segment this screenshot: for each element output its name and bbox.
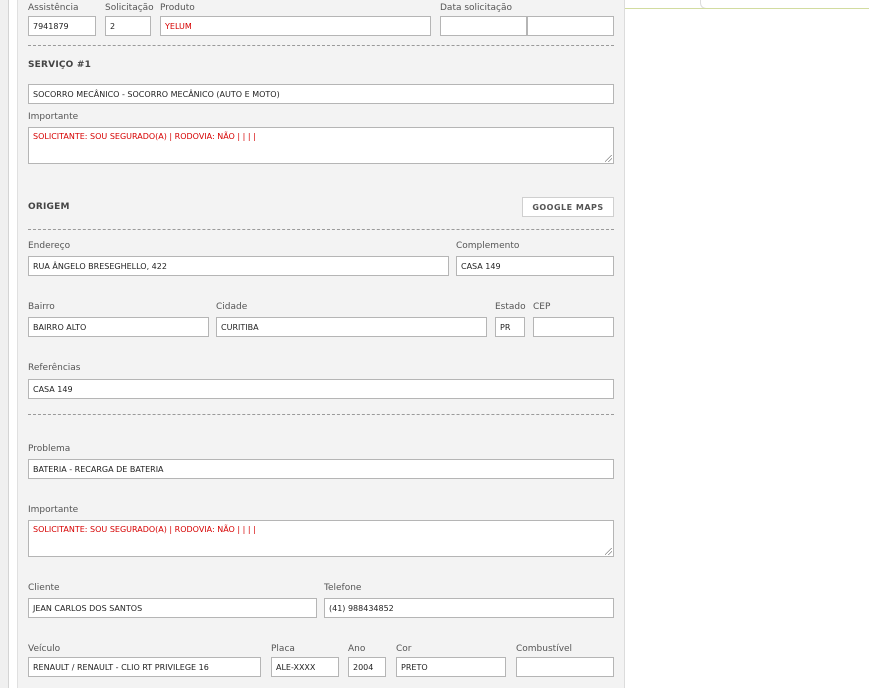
resize-grip-icon[interactable] (605, 548, 612, 555)
referencias-input[interactable]: CASA 149 (28, 379, 614, 399)
bairro-label: Bairro (28, 302, 55, 312)
ano-label: Ano (348, 644, 366, 654)
referencias-label: Referências (28, 363, 81, 373)
solicitacao-input[interactable]: 2 (105, 16, 151, 36)
complemento-input[interactable]: CASA 149 (456, 256, 614, 276)
servico-importante-text: SOLICITANTE: SOU SEGURADO(A) | RODOVIA: … (33, 132, 256, 141)
assistencia-input[interactable]: 7941879 (28, 16, 96, 36)
combustivel-label: Combustível (516, 644, 573, 654)
problema-importante-textarea[interactable]: SOLICITANTE: SOU SEGURADO(A) | RODOVIA: … (28, 520, 614, 557)
estado-label: Estado (495, 302, 526, 312)
cor-input[interactable]: PRETO (396, 657, 506, 677)
importante-label: Importante (28, 112, 79, 122)
data-solicitacao-label: Data solicitação (440, 3, 513, 13)
combustivel-input[interactable] (516, 657, 614, 677)
cidade-label: Cidade (216, 302, 248, 312)
placa-input[interactable]: ALE-XXXX (271, 657, 339, 677)
solicitacao-label: Solicitação (105, 3, 154, 13)
cep-label: CEP (533, 302, 551, 312)
top-divider-line (623, 8, 869, 9)
hora-solicitacao-input[interactable] (527, 16, 614, 36)
telefone-input[interactable]: (41) 988434852 (324, 598, 614, 618)
complemento-label: Complemento (456, 241, 520, 251)
estado-input[interactable]: PR (495, 317, 525, 337)
resize-grip-icon[interactable] (605, 155, 612, 162)
problema-importante-text: SOLICITANTE: SOU SEGURADO(A) | RODOVIA: … (33, 525, 256, 534)
cliente-label: Cliente (28, 583, 60, 593)
veiculo-label: Veículo (28, 644, 61, 654)
cliente-input[interactable]: JEAN CARLOS DOS SANTOS (28, 598, 317, 618)
origem-title: ORIGEM (28, 202, 70, 212)
section-divider (28, 229, 614, 230)
bairro-input[interactable]: BAIRRO ALTO (28, 317, 209, 337)
data-solicitacao-input[interactable] (440, 16, 527, 36)
problema-label: Problema (28, 444, 71, 454)
problema-input[interactable]: BATERIA - RECARGA DE BATERIA (28, 459, 614, 479)
ano-input[interactable]: 2004 (348, 657, 386, 677)
importante-label: Importante (28, 505, 79, 515)
assistencia-label: Assistência (28, 3, 79, 13)
servico-importante-textarea[interactable]: SOLICITANTE: SOU SEGURADO(A) | RODOVIA: … (28, 127, 614, 164)
servico-title: SERVIÇO #1 (28, 60, 92, 70)
servico-input[interactable]: SOCORRO MECÂNICO - SOCORRO MECÂNICO (AUT… (28, 84, 614, 104)
google-maps-button[interactable]: GOOGLE MAPS (522, 197, 614, 217)
section-divider (28, 414, 614, 415)
telefone-label: Telefone (324, 583, 362, 593)
left-window-edge (0, 0, 9, 688)
cep-input[interactable] (533, 317, 614, 337)
endereco-label: Endereço (28, 241, 71, 251)
cidade-input[interactable]: CURITIBA (216, 317, 487, 337)
placa-label: Placa (271, 644, 295, 654)
endereco-input[interactable]: RUA ÂNGELO BRESEGHELLO, 422 (28, 256, 449, 276)
produto-input[interactable]: YELUM (160, 16, 431, 36)
produto-label: Produto (160, 3, 195, 13)
cor-label: Cor (396, 644, 412, 654)
section-divider (28, 45, 614, 46)
veiculo-input[interactable]: RENAULT / RENAULT - CLIO RT PRIVILEGE 16 (28, 657, 261, 677)
